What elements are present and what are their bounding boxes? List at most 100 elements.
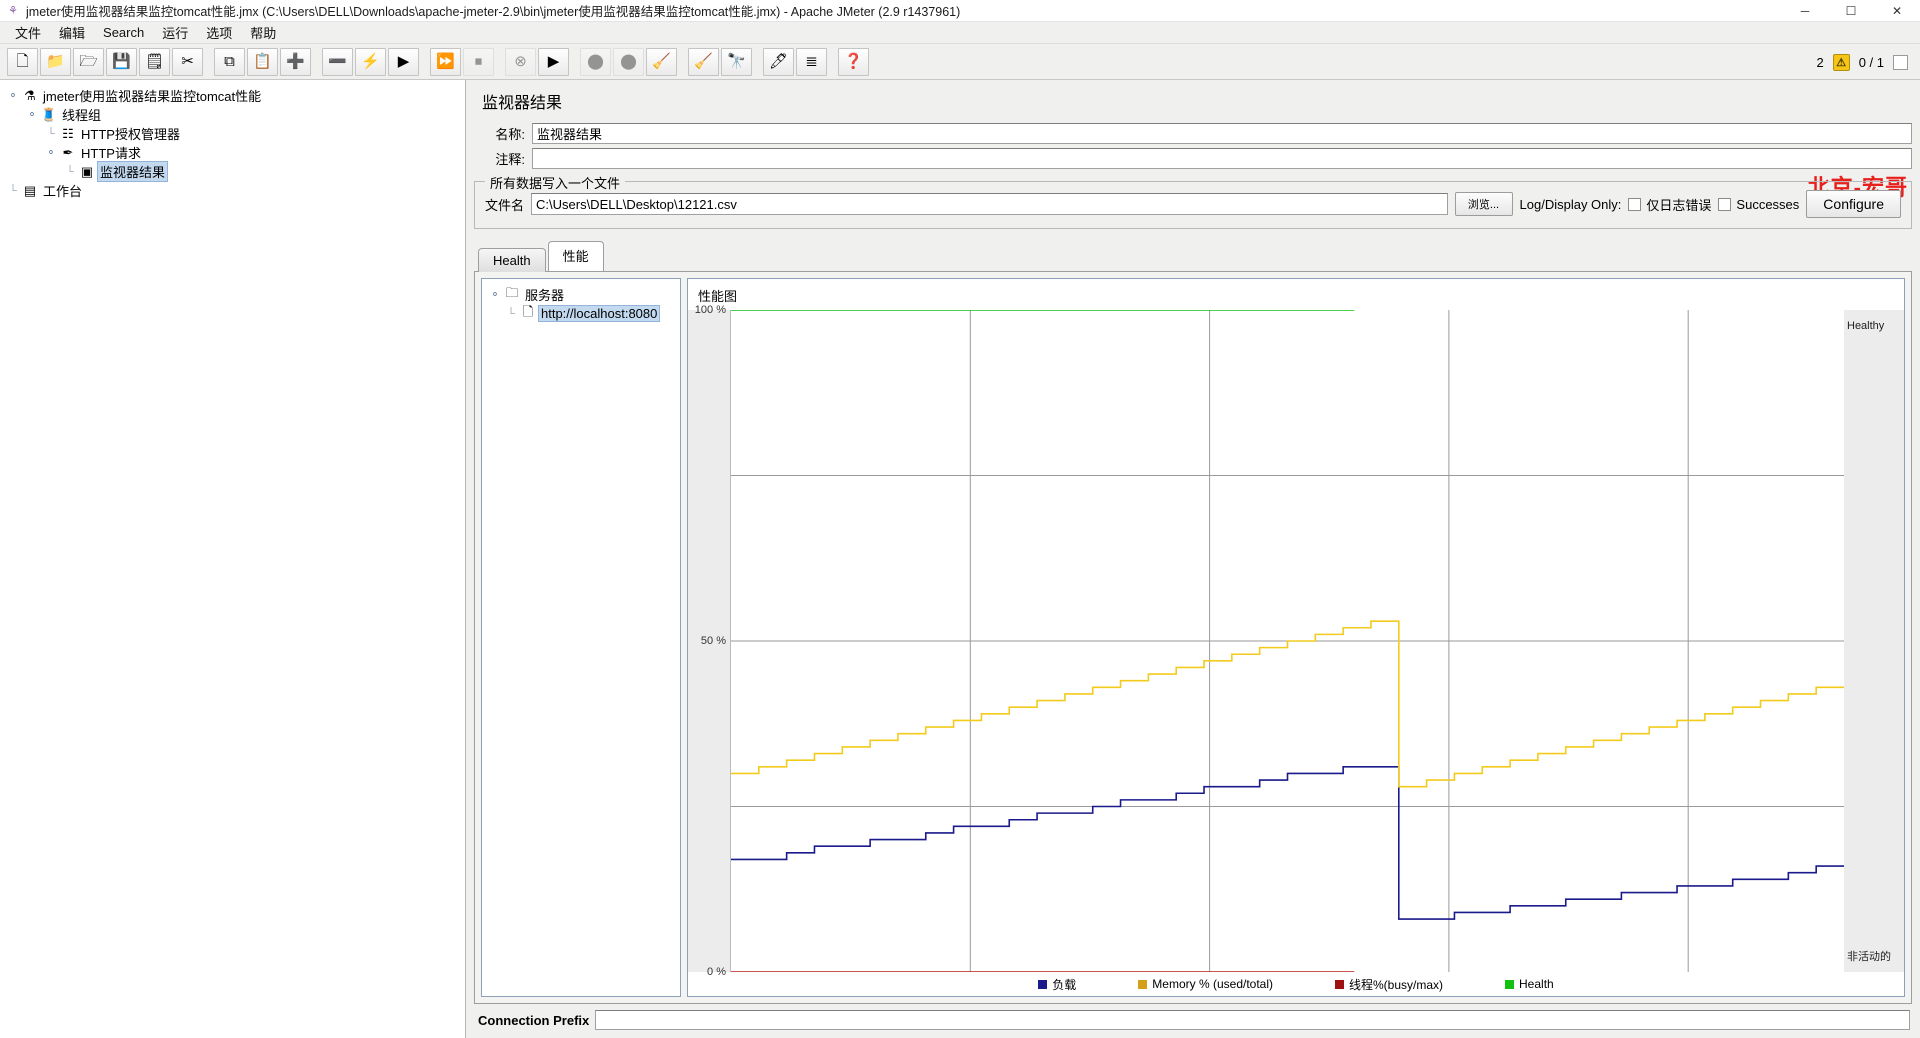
clear-all-button[interactable]: 🧹 [688, 47, 719, 76]
search-reset-button[interactable]: 🖊 [763, 47, 794, 76]
menu-item-4[interactable]: 运行 [153, 21, 197, 44]
http-auth-manager-icon: ☷ [62, 125, 74, 141]
y-tick-100: 100 % [694, 304, 726, 316]
start-no-timers-button[interactable]: ⏩ [430, 47, 461, 76]
tree-node-label[interactable]: HTTP授权管理器 [78, 124, 183, 143]
window-controls: ─ ☐ ✕ [1782, 0, 1920, 22]
series-line-2 [731, 621, 1844, 787]
minimize-button[interactable]: ─ [1782, 0, 1828, 22]
file-group-title: 所有数据写入一个文件 [485, 173, 626, 192]
cut-button[interactable]: ✂ [172, 47, 203, 76]
test-plan-tree[interactable]: ⚬ ⚗ jmeter使用监视器结果监控tomcat性能 ⚬ 🧵 线程组 └ ☷ HTTP授权管理… [0, 80, 466, 1038]
function-helper-button[interactable]: ≣ [796, 47, 827, 76]
tree-node-5[interactable]: └ ▣ 监视器结果 [6, 161, 465, 182]
server-tree-item-label[interactable]: http://localhost:8080 [538, 305, 661, 322]
legend-swatch [1505, 979, 1515, 989]
toolbar-buttons: 🗋 📁 🗁 💾 🗒 ✂ ⧉ 📋 ➕ ➖ ⚡ ▶ ⏩ ⏹ ⊗ ▶ ⬤ ⬤ 🧹 🧹 🔭 🖊 ≣ ❓ [6, 47, 870, 76]
connection-prefix-input[interactable] [595, 1010, 1910, 1030]
save-as-image-button[interactable]: 🗒 [139, 47, 170, 76]
result-tabs: Health 性能 [474, 241, 1912, 272]
tree-node-label[interactable]: 线程组 [59, 105, 104, 124]
server-tree-expander-icon[interactable]: ⚬ [488, 288, 502, 301]
successes-box[interactable] [1718, 197, 1732, 211]
menu-item-1[interactable]: 文件 [6, 21, 50, 44]
log-display-label: Log/Display Only: [1519, 196, 1622, 212]
toolbar: 🗋 📁 🗁 💾 🗒 ✂ ⧉ 📋 ➕ ➖ ⚡ ▶ ⏩ ⏹ ⊗ ▶ ⬤ ⬤ 🧹 🧹 🔭 🖊 ≣ ❓ 2 ⚠ 0 / 1 [0, 44, 1920, 80]
warning-icon[interactable]: ⚠ [1832, 53, 1850, 71]
filename-input[interactable] [531, 193, 1448, 215]
toggle-button[interactable]: ⚡ [355, 47, 386, 76]
tree-node-1[interactable]: ⚬ ⚗ jmeter使用监视器结果监控tomcat性能 [6, 86, 465, 105]
copy-button[interactable]: ⧉ [214, 47, 245, 76]
legend-swatch [1335, 979, 1344, 989]
legend-swatch [1038, 979, 1048, 989]
tree-expander-icon[interactable]: ⚬ [25, 108, 39, 121]
menu-item-6[interactable]: 帮助 [241, 21, 285, 44]
warning-count: 2 [1816, 54, 1824, 70]
open-file-button[interactable]: 🗁 [73, 47, 104, 76]
close-button[interactable]: ✕ [1874, 0, 1920, 22]
remote-shutdown-all-button: ⬤ [613, 47, 644, 76]
successes-checkbox[interactable]: Successes [1718, 197, 1799, 212]
tree-node-3[interactable]: └ ☷ HTTP授权管理器 [6, 124, 465, 143]
paste-button[interactable]: 📋 [247, 47, 278, 76]
menu-item-2[interactable]: 编辑 [50, 21, 94, 44]
tree-node-4[interactable]: ⚬ ✒ HTTP请求 [6, 143, 465, 162]
maximize-button[interactable]: ☐ [1828, 0, 1874, 22]
errors-only-checkbox[interactable]: 仅日志错误 [1628, 195, 1711, 214]
start-button[interactable]: ▶ [388, 47, 419, 76]
save-test-plan-button[interactable]: 💾 [106, 47, 137, 76]
remote-start-all-button[interactable]: ▶ [538, 47, 569, 76]
chart-legend: 负载 Memory % (used/total) 线程%(busy/max) Heal… [688, 972, 1904, 996]
name-input[interactable] [532, 123, 1912, 144]
tree-elbow-icon: └ [47, 127, 55, 140]
file-row: 文件名 浏览... Log/Display Only: 仅日志错误 Succes… [485, 190, 1901, 218]
menu-item-5[interactable]: 选项 [197, 21, 241, 44]
tree-node-label[interactable]: HTTP请求 [78, 143, 144, 162]
inactive-label: 非活动的 [1847, 951, 1891, 963]
open-template-button[interactable]: 📁 [40, 47, 71, 76]
toolbar-status: 2 ⚠ 0 / 1 [1816, 44, 1908, 80]
clear-button[interactable]: 🧹 [646, 47, 677, 76]
chart-right-labels: Healthy 非活动的 [1844, 310, 1904, 972]
server-tree-root[interactable]: ⚬ 🗀 服务器 [488, 285, 674, 304]
expand-all-button[interactable]: ➕ [280, 47, 311, 76]
connection-prefix-row: Connection Prefix [474, 1004, 1912, 1038]
server-tree-root-label: 服务器 [525, 288, 565, 303]
tree-node-label[interactable]: 监视器结果 [97, 161, 169, 182]
collapse-all-button[interactable]: ➖ [322, 47, 353, 76]
thread-counter: 0 / 1 [1858, 54, 1884, 70]
tree-node-label[interactable]: 工作台 [40, 181, 85, 200]
comment-input[interactable] [532, 148, 1912, 169]
comment-label: 注释: [495, 152, 525, 167]
main-split: ⚬ ⚗ jmeter使用监视器结果监控tomcat性能 ⚬ 🧵 线程组 └ ☷ HTTP授权管理… [0, 80, 1920, 1038]
new-test-plan-button[interactable]: 🗋 [7, 47, 38, 76]
app-icon: ⚘ [8, 5, 18, 17]
menu-item-3[interactable]: Search [94, 23, 153, 42]
http-request-icon: ✒ [62, 144, 74, 160]
plot-area [730, 310, 1844, 972]
browse-button[interactable]: 浏览... [1454, 192, 1513, 216]
remote-stop-all-button: ⬤ [580, 47, 611, 76]
tree-expander-icon[interactable]: ⚬ [44, 146, 58, 159]
help-button[interactable]: ❓ [838, 47, 869, 76]
tree-expander-icon[interactable]: ⚬ [6, 89, 20, 102]
server-tree-item[interactable]: └ 🗋 http://localhost:8080 [488, 304, 674, 323]
running-indicator [1893, 54, 1908, 70]
performance-graph-panel: 性能图 0 % 50 % 100 % Healthy 非活动的 负载 Memory %… [687, 278, 1905, 997]
tree-node-2[interactable]: ⚬ 🧵 线程组 [6, 105, 465, 124]
legend-item-3: 线程%(busy/max) [1335, 976, 1443, 993]
tree-node-label[interactable]: jmeter使用监视器结果监控tomcat性能 [40, 86, 264, 105]
legend-item-2: Memory % (used/total) [1138, 977, 1273, 991]
search-button[interactable]: 🔭 [721, 47, 752, 76]
legend-swatch [1138, 979, 1148, 989]
tab-性能[interactable]: 性能 [547, 241, 604, 271]
configure-button[interactable]: Configure [1806, 190, 1901, 218]
errors-only-box[interactable] [1628, 197, 1642, 211]
workbench-icon: ▤ [23, 182, 37, 198]
tree-node-6[interactable]: └ ▤ 工作台 [6, 181, 465, 200]
tree-elbow-icon: └ [507, 307, 515, 320]
series-line-1 [731, 767, 1844, 919]
tab-Health[interactable]: Health [478, 248, 546, 272]
server-tree[interactable]: ⚬ 🗀 服务器 └ 🗋 http://localhost:8080 [481, 278, 681, 997]
